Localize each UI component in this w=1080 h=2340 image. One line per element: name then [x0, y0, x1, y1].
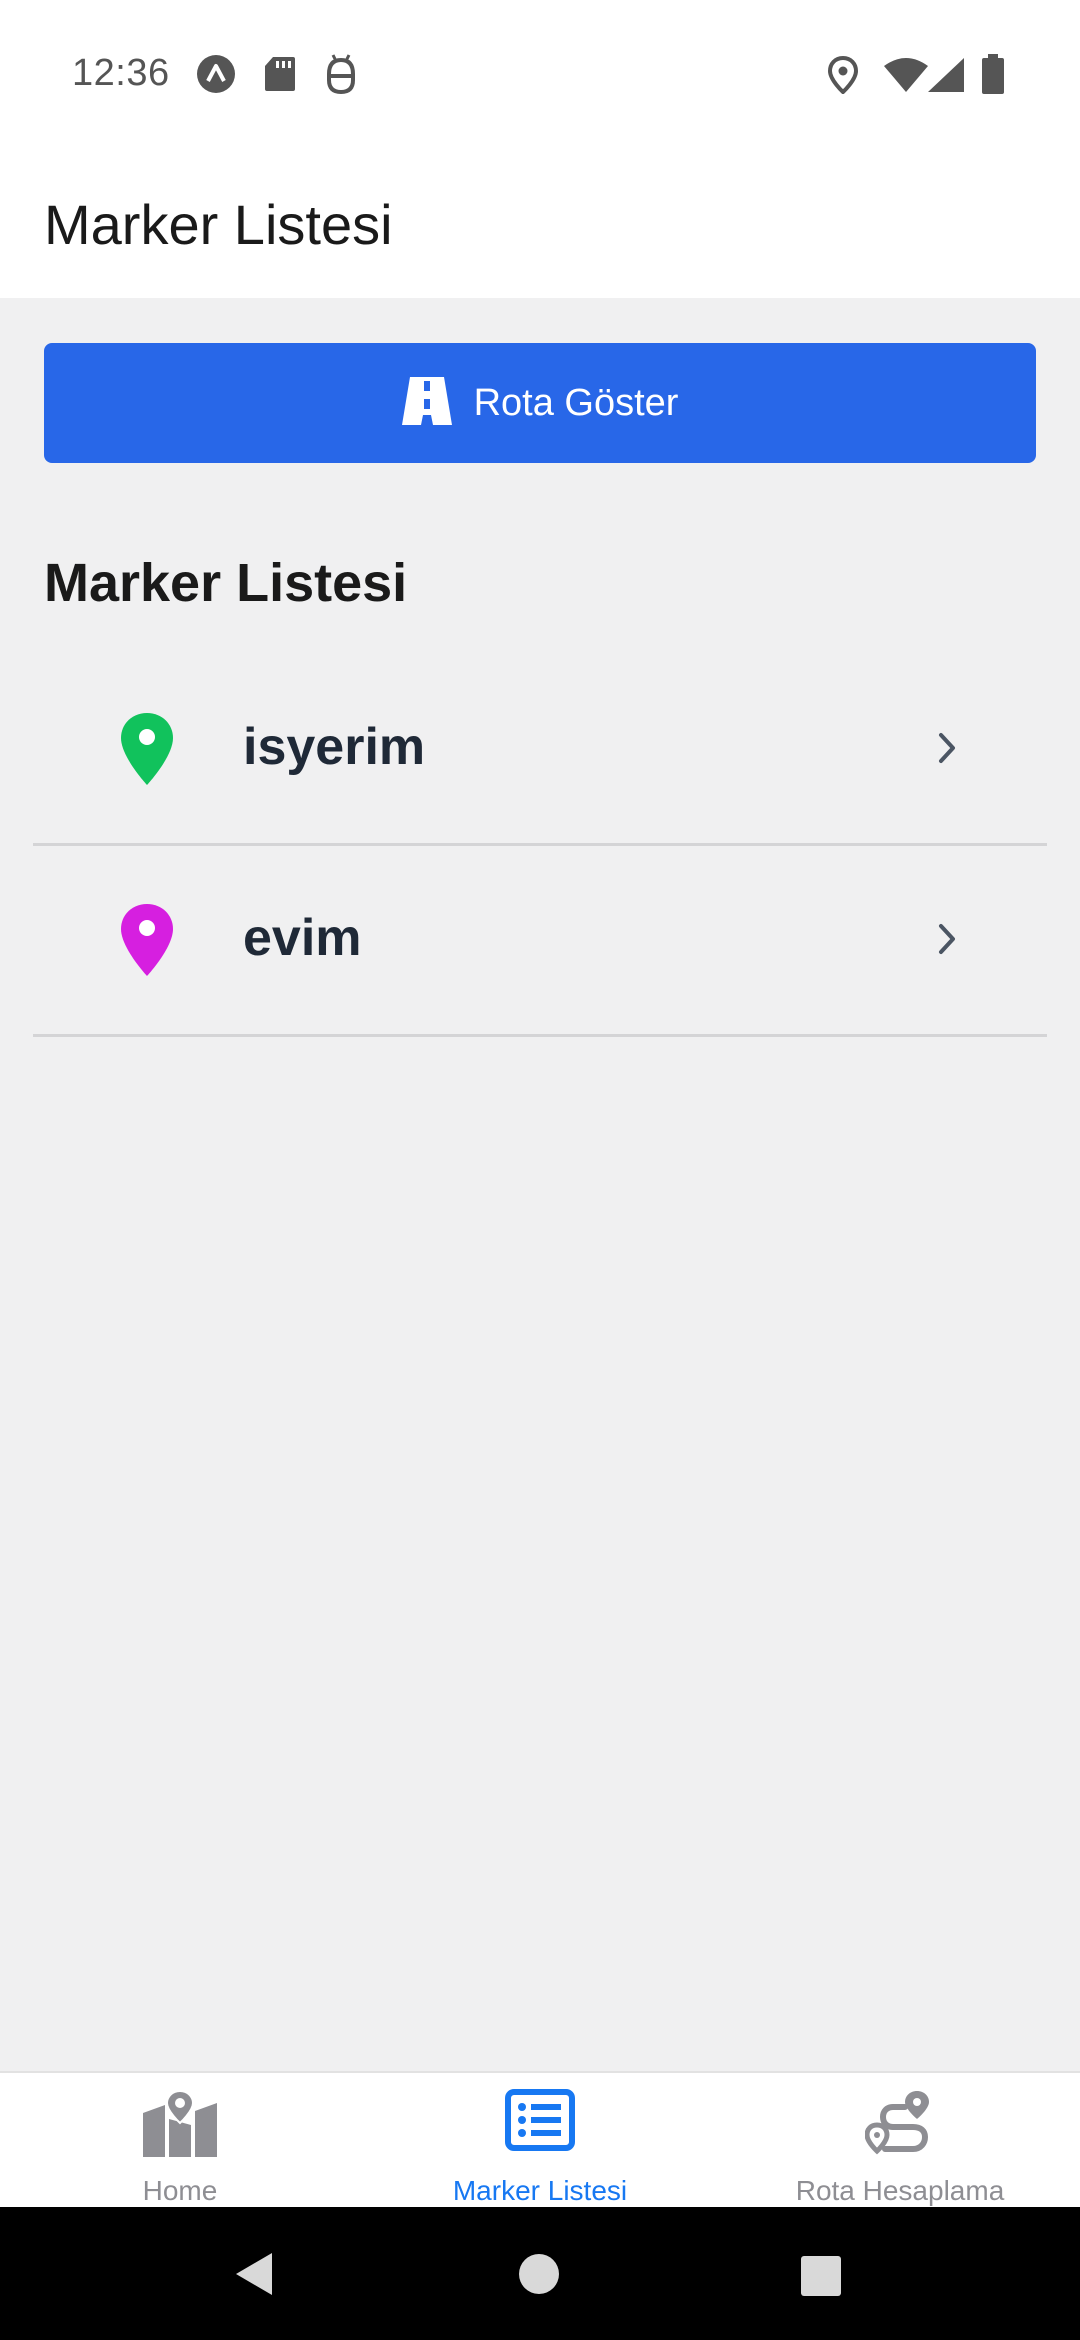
sd-card-icon [264, 56, 296, 97]
marker-name: evim [243, 909, 362, 967]
show-route-button-label: Rota Göster [473, 381, 679, 424]
tab-bar: Home Marker Listesi Rota Hesaplama [0, 2071, 1080, 2209]
home-icon[interactable] [518, 2253, 560, 2300]
map-icon [141, 2089, 219, 2164]
section-title: Marker Listesi [44, 553, 408, 613]
road-icon [401, 376, 452, 430]
tab-route-calculation[interactable]: Rota Hesaplama [720, 2073, 1080, 2209]
page-title: Marker Listesi [44, 193, 393, 256]
chevron-right-icon [937, 731, 957, 770]
map-pin-icon [119, 711, 175, 792]
tab-home-label: Home [142, 2175, 218, 2206]
tab-marker-list-label: Marker Listesi [452, 2175, 628, 2206]
tab-home[interactable]: Home [0, 2073, 360, 2209]
chevron-right-icon [937, 922, 957, 961]
route-icon [864, 2089, 935, 2164]
tab-marker-list[interactable]: Marker Listesi [360, 2073, 720, 2209]
system-navigation-bar [0, 2207, 1080, 2340]
tab-route-calculation-label: Rota Hesaplama [795, 2175, 1005, 2206]
battery-icon [982, 54, 1004, 99]
list-icon [505, 2089, 575, 2156]
expo-icon [196, 54, 236, 99]
show-route-button[interactable]: Rota Göster [44, 343, 1036, 463]
wifi-icon [884, 58, 928, 97]
app-header: Marker Listesi [0, 150, 1080, 298]
status-bar: 12:36 [0, 0, 1080, 150]
marker-name: isyerim [243, 718, 426, 776]
list-item[interactable]: isyerim [33, 655, 1047, 846]
android-debug-icon [324, 54, 358, 99]
marker-list: isyerim evim [33, 655, 1047, 1037]
recents-icon[interactable] [800, 2255, 842, 2302]
signal-icon [928, 58, 964, 97]
back-icon[interactable] [234, 2251, 274, 2302]
status-time: 12:36 [72, 52, 170, 94]
list-item[interactable]: evim [33, 846, 1047, 1037]
map-pin-icon [119, 902, 175, 983]
location-icon [827, 55, 859, 99]
